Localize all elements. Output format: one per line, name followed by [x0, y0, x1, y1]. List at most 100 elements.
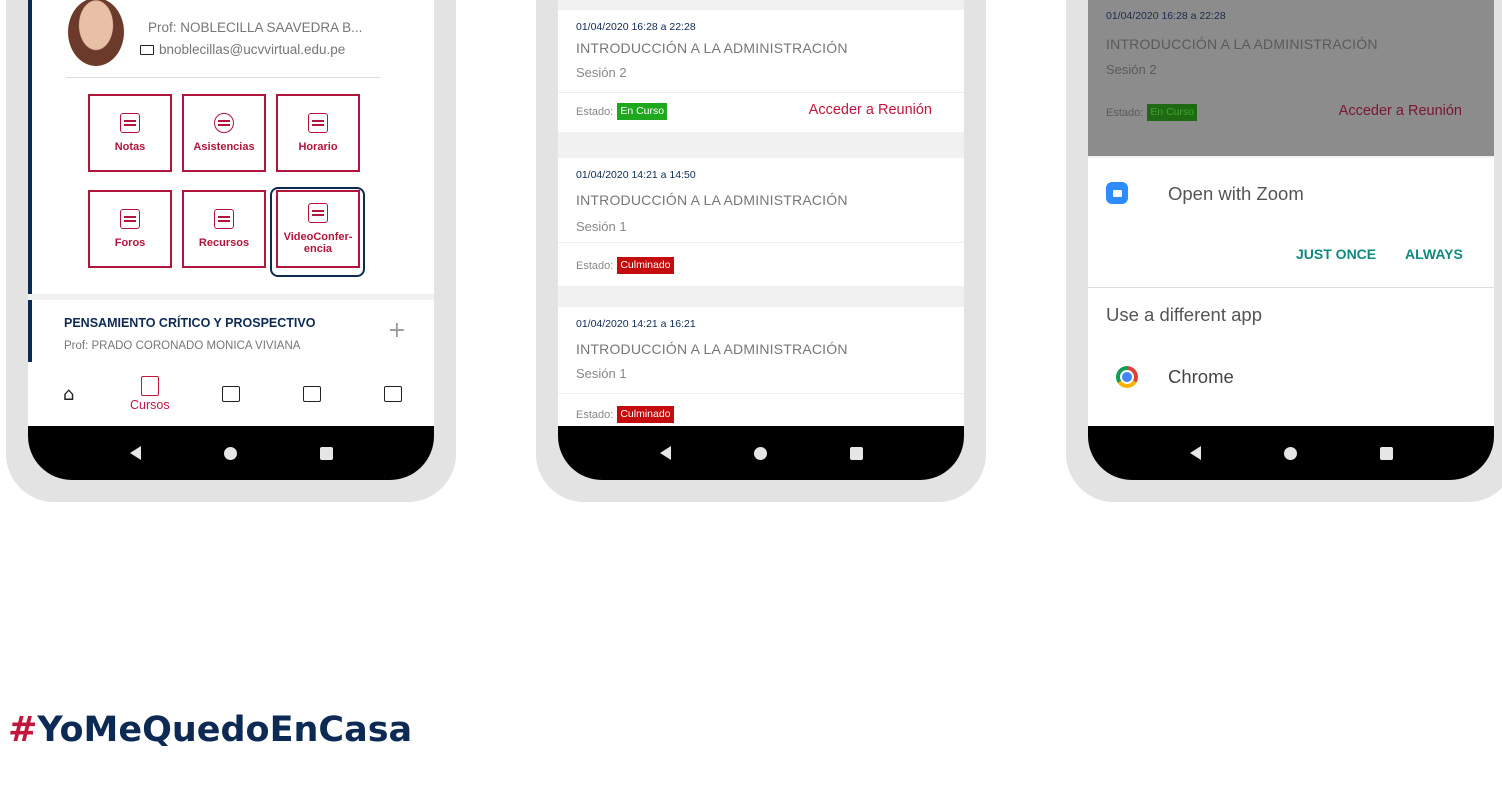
tile-label: Foros	[114, 237, 146, 249]
download-icon	[384, 386, 403, 402]
divider	[558, 393, 964, 394]
email-text[interactable]: bnoblecillas@ucvvirtual.edu.pe	[159, 42, 345, 57]
session-date: 01/04/2020 16:28 a 22:28	[576, 21, 696, 33]
professor-email: bnoblecillas@ucvvirtual.edu.pe	[140, 42, 345, 57]
nav-profile[interactable]	[190, 386, 271, 402]
expand-plus-icon[interactable]: +	[388, 318, 406, 343]
calendar-icon	[308, 113, 328, 133]
session-state: Estado: En Curso	[576, 103, 668, 120]
use-different-app-label: Use a different app	[1106, 304, 1262, 325]
bottom-navigation: ⌂ Cursos	[28, 362, 434, 426]
session-course-title: INTRODUCCIÓN A LA ADMINISTRACIÓN	[576, 192, 848, 208]
grades-icon	[120, 113, 140, 133]
status-badge: Culminado	[617, 406, 674, 423]
session-number: Sesión 2	[576, 65, 627, 80]
recent-apps-icon[interactable]	[849, 446, 863, 460]
monitor-icon	[303, 386, 322, 402]
id-card-icon	[222, 386, 240, 402]
nav-downloads[interactable]	[353, 386, 434, 402]
phone-frame-app-chooser: 01/04/2020 16:28 a 22:28 INTRODUCCIÓN A …	[1066, 0, 1502, 502]
join-meeting-link: Acceder a Reunión	[1338, 103, 1462, 119]
nav-home[interactable]: ⌂	[28, 384, 109, 405]
state-label: Estado:	[576, 408, 614, 421]
session-state: Estado: Culminado	[576, 257, 674, 274]
just-once-button[interactable]: JUST ONCE	[1296, 246, 1376, 262]
home-circle-icon[interactable]	[1283, 446, 1297, 460]
nav-classroom[interactable]	[272, 386, 353, 402]
home-icon: ⌂	[62, 383, 75, 405]
recent-apps-icon[interactable]	[319, 446, 333, 460]
chrome-icon	[1116, 366, 1138, 388]
android-navbar	[28, 426, 434, 480]
session-card[interactable]: 01/04/2020 14:21 a 14:50 INTRODUCCIÓN A …	[558, 158, 964, 286]
hashtag-text: YoMeQuedoEnCasa	[37, 710, 413, 750]
campaign-hashtag: #YoMeQuedoEnCasa	[8, 710, 412, 750]
android-navbar	[558, 426, 964, 480]
state-label: Estado:	[1106, 106, 1144, 119]
tile-label: Recursos	[198, 237, 250, 249]
course-card-collapsed[interactable]: PENSAMIENTO CRÍTICO Y PROSPECTIVO Prof: …	[28, 300, 434, 370]
session-state: Estado: En Curso	[1106, 104, 1198, 121]
back-icon[interactable]	[659, 446, 671, 460]
course-title: PENSAMIENTO CRÍTICO Y PROSPECTIVO	[64, 316, 316, 330]
tile-label: Asistencias	[193, 141, 255, 153]
chrome-option[interactable]: Chrome	[1168, 366, 1234, 388]
back-icon[interactable]	[129, 446, 141, 460]
attendance-button[interactable]: Asistencias	[182, 94, 266, 172]
app-chooser-sheet: Open with Zoom JUST ONCE ALWAYS Use a di…	[1088, 158, 1494, 426]
divider	[1088, 287, 1494, 288]
courses-icon	[140, 376, 159, 396]
session-number: Sesión 2	[1106, 62, 1157, 77]
session-card[interactable]: 01/04/2020 16:28 a 22:28 INTRODUCCIÓN A …	[558, 10, 964, 132]
document-icon	[214, 209, 234, 229]
course-card-expanded: Prof: NOBLECILLA SAAVEDRA B... bnoblecil…	[28, 0, 434, 294]
session-course-title: INTRODUCCIÓN A LA ADMINISTRACIÓN	[1106, 36, 1378, 52]
session-course-title: INTRODUCCIÓN A LA ADMINISTRACIÓN	[576, 40, 848, 56]
phone-screen: 01/04/2020 16:28 a 22:28 INTRODUCCIÓN A …	[558, 0, 964, 480]
zoom-app-icon	[1106, 182, 1128, 204]
session-course-title: INTRODUCCIÓN A LA ADMINISTRACIÓN	[576, 341, 848, 357]
professor-name: Prof: NOBLECILLA SAAVEDRA B...	[148, 20, 363, 35]
phone-screen: 01/04/2020 16:28 a 22:28 INTRODUCCIÓN A …	[1088, 0, 1494, 480]
session-date: 01/04/2020 14:21 a 14:50	[576, 169, 696, 181]
session-number: Sesión 1	[576, 366, 627, 381]
divider	[558, 92, 964, 93]
nav-courses[interactable]: Cursos	[109, 376, 190, 412]
avatar	[68, 0, 124, 66]
schedule-button[interactable]: Horario	[276, 94, 360, 172]
course-professor: Prof: PRADO CORONADO MONICA VIVIANA	[64, 340, 301, 352]
session-state: Estado: Culminado	[576, 406, 674, 423]
mail-icon	[140, 44, 154, 55]
status-badge: En Curso	[1147, 104, 1198, 121]
resources-button[interactable]: Recursos	[182, 190, 266, 268]
home-circle-icon[interactable]	[753, 446, 767, 460]
attendance-icon	[214, 113, 234, 133]
dimmed-session-card: 01/04/2020 16:28 a 22:28 INTRODUCCIÓN A …	[1088, 0, 1494, 156]
chat-bubbles-icon	[120, 209, 140, 229]
session-number: Sesión 1	[576, 219, 627, 234]
status-badge: Culminado	[617, 257, 674, 274]
tile-label: Horario	[298, 141, 338, 153]
session-date: 01/04/2020 16:28 a 22:28	[1106, 10, 1226, 22]
home-circle-icon[interactable]	[223, 446, 237, 460]
open-with-zoom-option[interactable]: Open with Zoom	[1168, 183, 1304, 205]
session-card[interactable]: 01/04/2020 14:21 a 16:21 INTRODUCCIÓN A …	[558, 307, 964, 437]
tile-label: Notas	[114, 141, 146, 153]
state-label: Estado:	[576, 105, 614, 118]
phone-screen: Prof: NOBLECILLA SAAVEDRA B... bnoblecil…	[28, 0, 434, 480]
videoconference-highlight	[270, 187, 365, 277]
phone-frame-sessions: 01/04/2020 16:28 a 22:28 INTRODUCCIÓN A …	[536, 0, 986, 502]
divider	[558, 242, 964, 243]
session-date: 01/04/2020 14:21 a 16:21	[576, 318, 696, 330]
state-label: Estado:	[576, 259, 614, 272]
forums-button[interactable]: Foros	[88, 190, 172, 268]
hash-mark: #	[8, 710, 38, 750]
join-meeting-link[interactable]: Acceder a Reunión	[809, 102, 932, 118]
recent-apps-icon[interactable]	[1379, 446, 1393, 460]
always-button[interactable]: ALWAYS	[1405, 246, 1463, 262]
back-icon[interactable]	[1189, 446, 1201, 460]
status-badge: En Curso	[617, 103, 668, 120]
android-navbar	[1088, 426, 1494, 480]
divider	[66, 77, 380, 78]
grades-button[interactable]: Notas	[88, 94, 172, 172]
